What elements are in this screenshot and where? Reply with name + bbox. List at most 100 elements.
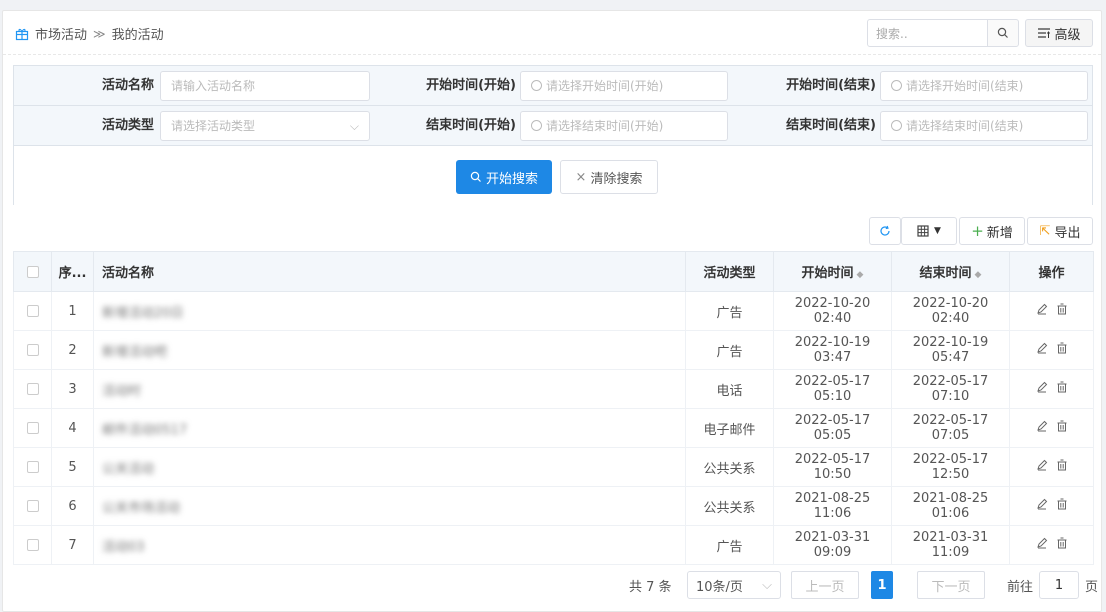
breadcrumb: 市场活动 ≫ 我的活动 xyxy=(15,24,164,43)
sort-icon[interactable]: ◆ xyxy=(857,270,864,280)
filter-form: 活动名称 请输入活动名称 开始时间(开始) 请选择开始时间(开始) 开始时间(结… xyxy=(13,65,1093,206)
checkbox[interactable] xyxy=(26,265,39,278)
page-number-current[interactable]: 1 xyxy=(871,571,893,599)
checkbox[interactable] xyxy=(26,422,39,434)
start-search-button[interactable]: 开始搜索 xyxy=(456,160,552,194)
table-row[interactable]: 4 邮件活动0517 电子邮件 2022-05-17 05:05 2022-05-17 … xyxy=(13,408,1094,448)
clear-search-button[interactable]: × 清除搜索 xyxy=(560,160,658,194)
clock-icon xyxy=(531,80,542,91)
checkbox[interactable] xyxy=(26,461,39,473)
clear-search-label: 清除搜索 xyxy=(590,171,643,187)
col-start-label: 开始时间 xyxy=(801,266,854,281)
search-button[interactable] xyxy=(987,19,1019,47)
row-index: 1 xyxy=(51,291,94,331)
activity-name-input[interactable]: 请输入活动名称 xyxy=(160,71,370,101)
row-select[interactable] xyxy=(13,291,52,331)
end-from-picker[interactable]: 请选择结束时间(开始) xyxy=(520,111,728,141)
edit-icon[interactable] xyxy=(1036,381,1048,393)
checkbox[interactable] xyxy=(26,383,39,395)
start-to-placeholder: 请选择开始时间(结束) xyxy=(906,79,1024,93)
activity-type-select[interactable]: 请选择活动类型 ⌵ xyxy=(160,111,370,141)
end-from-placeholder: 请选择结束时间(开始) xyxy=(546,119,664,133)
row-select[interactable] xyxy=(13,486,52,526)
breadcrumb-root[interactable]: 市场活动 xyxy=(35,24,87,43)
checkbox[interactable] xyxy=(26,539,39,551)
row-index: 2 xyxy=(51,330,94,370)
activity-table: 序... 活动名称 活动类型 开始时间 ◆ 结束时间 ◆ 操作 1 新增活动20日 广告… xyxy=(13,251,1094,565)
edit-icon[interactable] xyxy=(1036,420,1048,432)
caret-down-icon: ▼ xyxy=(934,226,941,236)
row-select[interactable] xyxy=(13,330,52,370)
delete-icon[interactable] xyxy=(1056,459,1068,471)
row-name[interactable]: 新增活动20日 xyxy=(93,291,686,331)
row-start: 2022-05-17 05:10 xyxy=(773,369,892,409)
search-input[interactable]: 搜索.. xyxy=(867,19,988,47)
select-all-checkbox[interactable] xyxy=(13,251,52,292)
row-index: 5 xyxy=(51,447,94,487)
start-to-picker[interactable]: 请选择开始时间(结束) xyxy=(880,71,1088,101)
advanced-label: 高级 xyxy=(1054,27,1081,43)
edit-icon[interactable] xyxy=(1036,342,1048,354)
row-name[interactable]: 新增活动吧 xyxy=(93,330,686,370)
row-name[interactable]: 活动03 xyxy=(93,525,686,565)
edit-icon[interactable] xyxy=(1036,537,1048,549)
col-start[interactable]: 开始时间 ◆ xyxy=(773,251,892,292)
table-header-row: 序... 活动名称 活动类型 开始时间 ◆ 结束时间 ◆ 操作 xyxy=(13,251,1094,292)
row-select[interactable] xyxy=(13,408,52,448)
columns-toggle-button[interactable]: ▼ xyxy=(901,217,957,245)
delete-icon[interactable] xyxy=(1056,537,1068,549)
table-row[interactable]: 5 公关活动 公共关系 2022-05-17 10:50 2022-05-17 12:5… xyxy=(13,447,1094,487)
row-name[interactable]: 公关活动 xyxy=(93,447,686,487)
delete-icon[interactable] xyxy=(1056,498,1068,510)
start-from-picker[interactable]: 请选择开始时间(开始) xyxy=(520,71,728,101)
delete-icon[interactable] xyxy=(1056,420,1068,432)
row-type: 广告 xyxy=(685,291,774,331)
row-name[interactable]: 活动时 xyxy=(93,369,686,409)
total-count: 共 7 条 xyxy=(629,579,672,595)
prev-page-button[interactable]: 上一页 xyxy=(791,571,859,599)
end-to-label: 结束时间(结束) xyxy=(786,118,876,133)
goto-page-input[interactable]: 1 xyxy=(1039,571,1080,599)
col-end-label: 结束时间 xyxy=(919,266,972,281)
checkbox[interactable] xyxy=(26,305,39,317)
row-select[interactable] xyxy=(13,369,52,409)
advanced-search-button[interactable]: 高级 xyxy=(1025,19,1093,47)
export-icon: ⇱ xyxy=(1039,223,1051,239)
delete-icon[interactable] xyxy=(1056,342,1068,354)
table-row[interactable]: 6 公关市场活动 公共关系 2021-08-25 11:06 2021-08-25 01… xyxy=(13,486,1094,526)
page-size-select[interactable]: 10条/页 ⌵ xyxy=(687,571,781,599)
row-start: 2022-05-17 10:50 xyxy=(773,447,892,487)
row-ops xyxy=(1009,330,1094,370)
filter-row: 活动类型 请选择活动类型 ⌵ 结束时间(开始) 请选择结束时间(开始) 结束时间(… xyxy=(14,106,1092,146)
start-from-label: 开始时间(开始) xyxy=(426,78,516,93)
delete-icon[interactable] xyxy=(1056,303,1068,315)
export-button[interactable]: ⇱ 导出 xyxy=(1027,217,1093,245)
row-select[interactable] xyxy=(13,447,52,487)
edit-icon[interactable] xyxy=(1036,498,1048,510)
table-row[interactable]: 7 活动03 广告 2021-03-31 09:09 2021-03-31 11:09 xyxy=(13,525,1094,565)
type-placeholder: 请选择活动类型 xyxy=(171,119,256,133)
next-page-button[interactable]: 下一页 xyxy=(917,571,985,599)
end-to-picker[interactable]: 请选择结束时间(结束) xyxy=(880,111,1088,141)
edit-icon[interactable] xyxy=(1036,459,1048,471)
gift-icon xyxy=(15,28,29,40)
delete-icon[interactable] xyxy=(1056,381,1068,393)
edit-icon[interactable] xyxy=(1036,303,1048,315)
row-end: 2022-10-19 05:47 xyxy=(891,330,1010,370)
row-end: 2022-05-17 07:05 xyxy=(891,408,1010,448)
checkbox[interactable] xyxy=(26,344,39,356)
row-name[interactable]: 邮件活动0517 xyxy=(93,408,686,448)
row-name-text: 新增活动吧 xyxy=(102,344,168,360)
sort-icon[interactable]: ◆ xyxy=(975,270,982,280)
row-end: 2022-05-17 12:50 xyxy=(891,447,1010,487)
table-row[interactable]: 2 新增活动吧 广告 2022-10-19 03:47 2022-10-19 05:47 xyxy=(13,330,1094,370)
table-row[interactable]: 3 活动时 电话 2022-05-17 05:10 2022-05-17 07:10 xyxy=(13,369,1094,409)
add-button[interactable]: + 新增 xyxy=(959,217,1025,245)
refresh-button[interactable] xyxy=(869,217,901,245)
clock-icon xyxy=(891,120,902,131)
checkbox[interactable] xyxy=(26,500,39,512)
table-row[interactable]: 1 新增活动20日 广告 2022-10-20 02:40 2022-10-20 02:… xyxy=(13,291,1094,331)
row-select[interactable] xyxy=(13,525,52,565)
col-end[interactable]: 结束时间 ◆ xyxy=(891,251,1010,292)
row-name[interactable]: 公关市场活动 xyxy=(93,486,686,526)
